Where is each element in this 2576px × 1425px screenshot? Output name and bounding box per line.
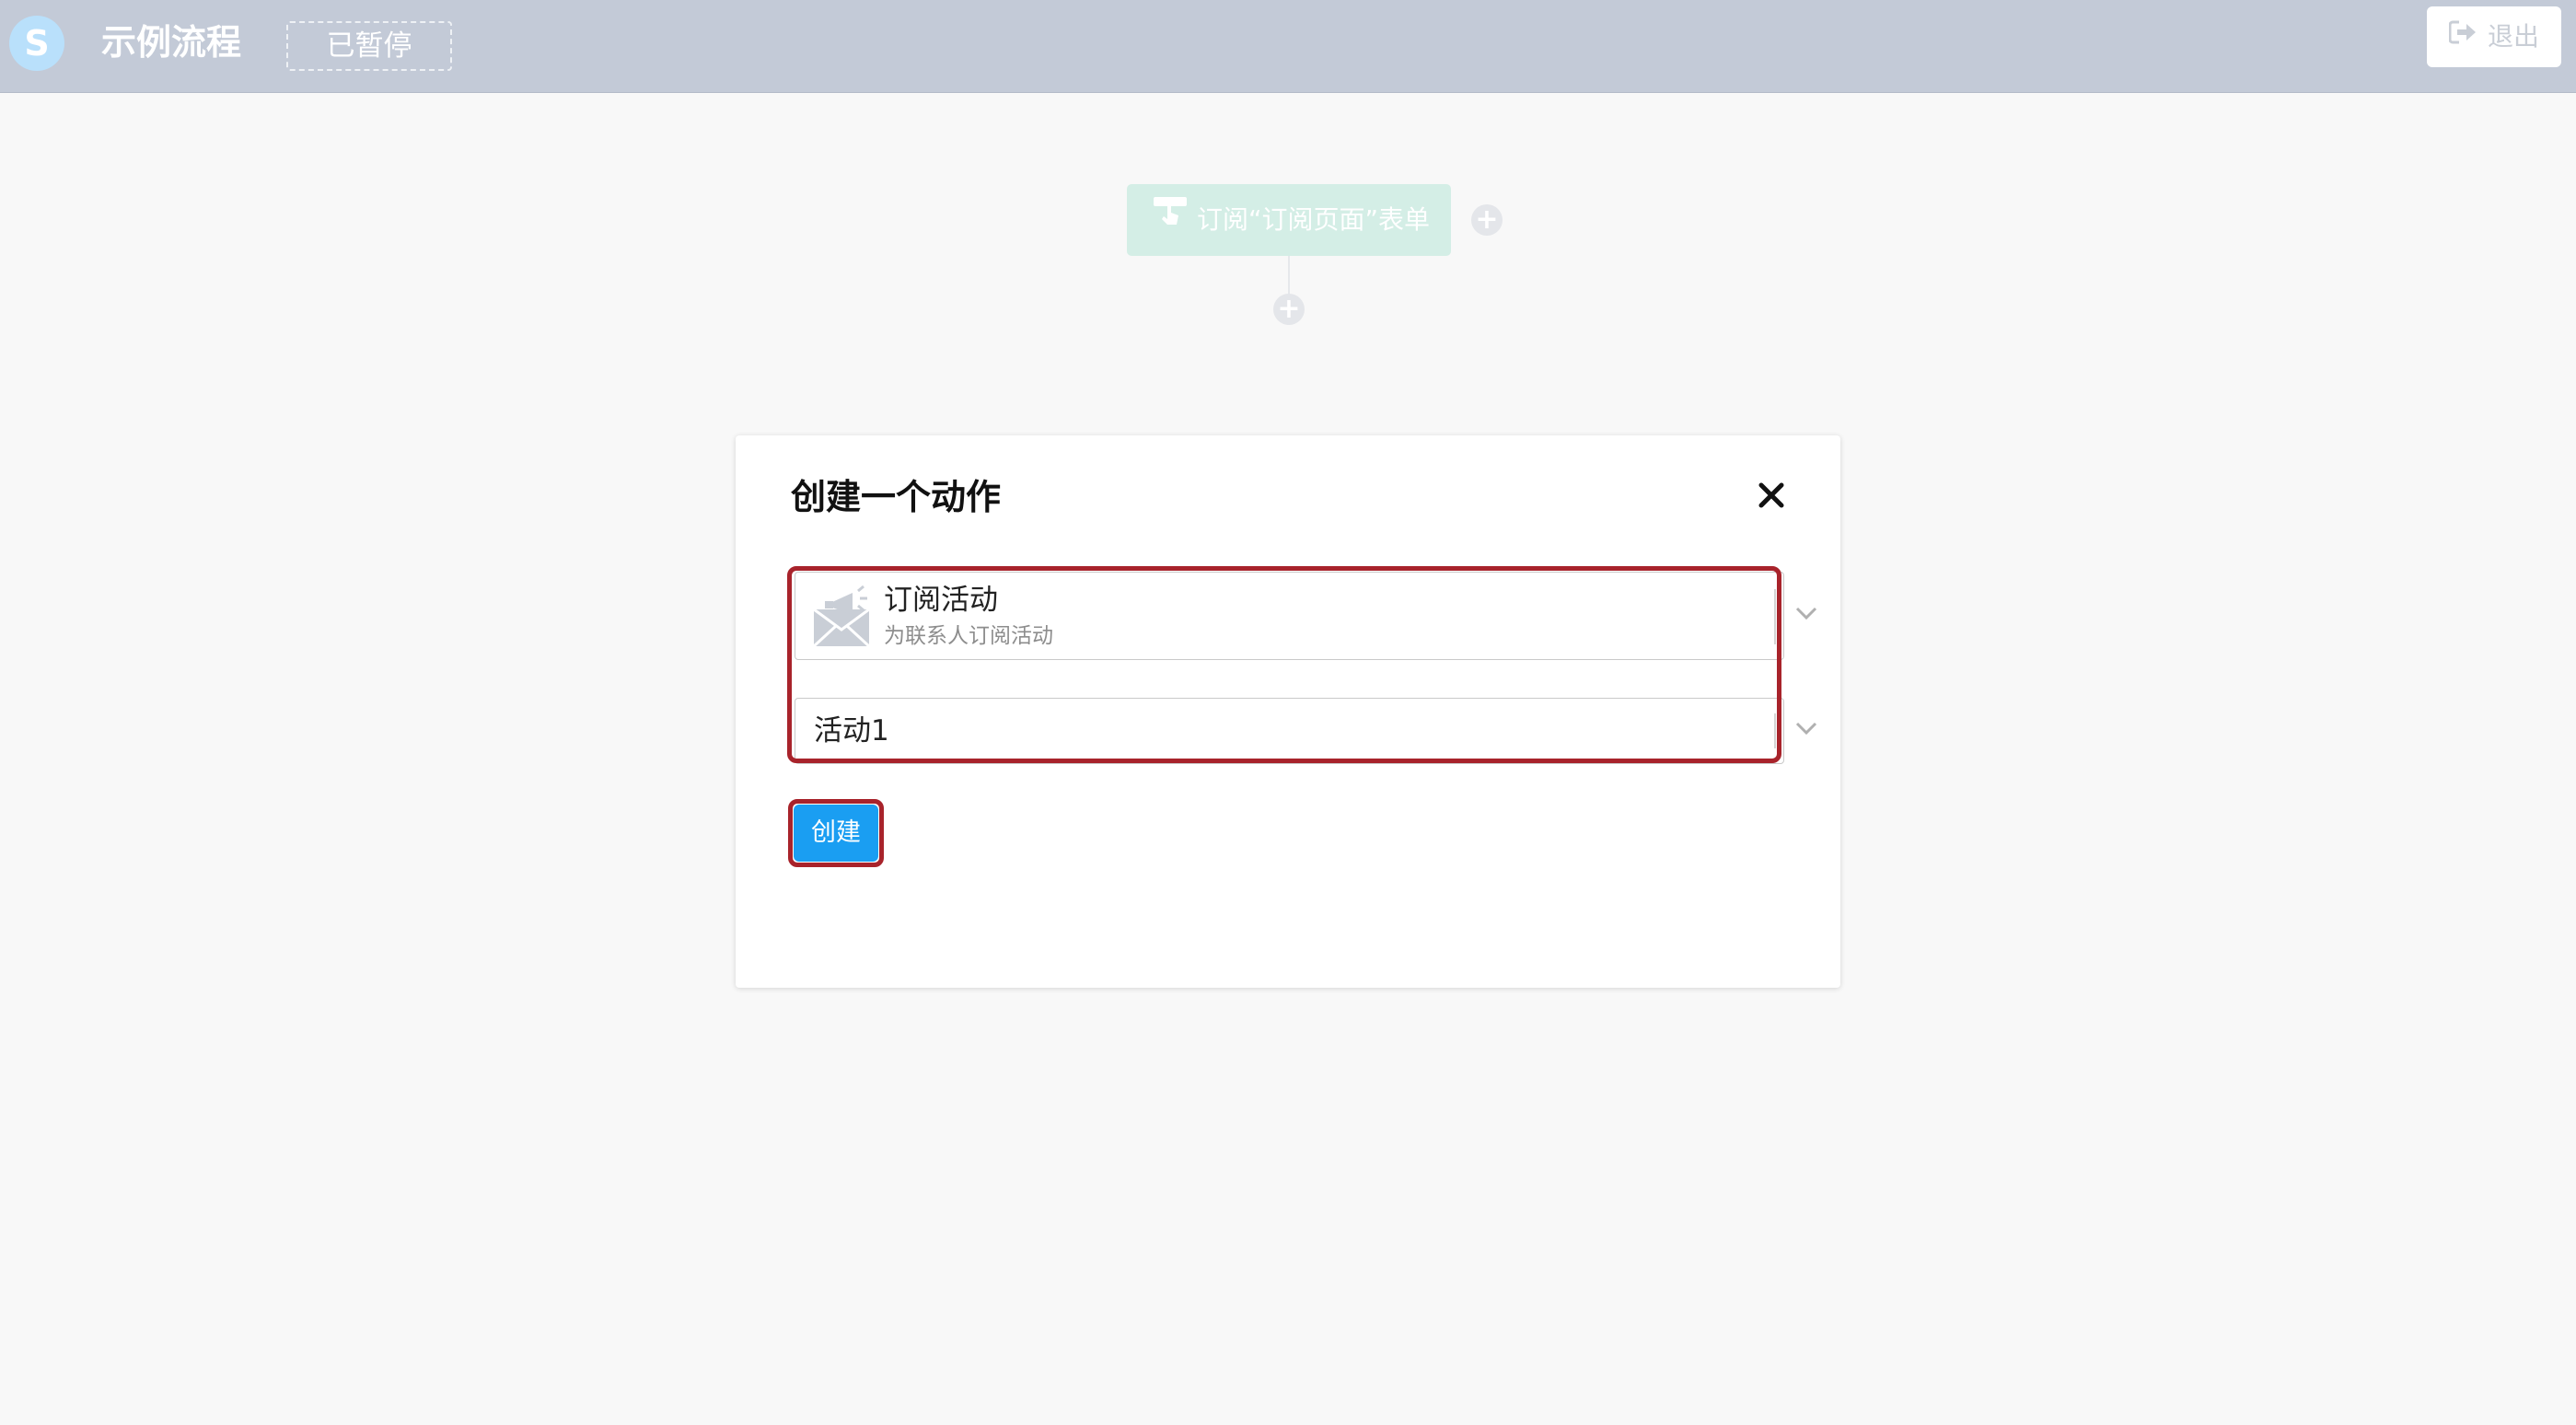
status-badge[interactable]: 已暂停 — [286, 21, 452, 71]
fields-highlight-outline — [787, 566, 1781, 763]
add-branch-icon[interactable]: + — [1471, 204, 1503, 236]
flow-connector — [1288, 256, 1290, 295]
top-header: S 示例流程 已暂停 退出 — [0, 0, 2576, 92]
flow-title: 示例流程 — [101, 22, 242, 63]
add-step-icon[interactable]: + — [1273, 294, 1305, 325]
create-action-modal: 创建一个动作 订阅活动 为联系人订阅活动 活动1 创建 — [736, 435, 1840, 988]
form-pointer-icon — [1153, 182, 1188, 254]
logout-button[interactable]: 退出 — [2427, 6, 2561, 67]
create-button[interactable]: 创建 — [794, 805, 878, 862]
trigger-node-label: 订阅“订阅页面”表单 — [1197, 204, 1431, 235]
chevron-down-icon[interactable] — [1795, 606, 1817, 624]
close-icon[interactable] — [1758, 481, 1785, 509]
app-logo[interactable]: S — [9, 16, 64, 71]
chevron-down-icon[interactable] — [1795, 721, 1817, 739]
trigger-node[interactable]: 订阅“订阅页面”表单 — [1127, 184, 1451, 256]
logout-label: 退出 — [2487, 21, 2539, 52]
modal-title: 创建一个动作 — [791, 477, 1002, 517]
logout-icon — [2448, 6, 2477, 66]
